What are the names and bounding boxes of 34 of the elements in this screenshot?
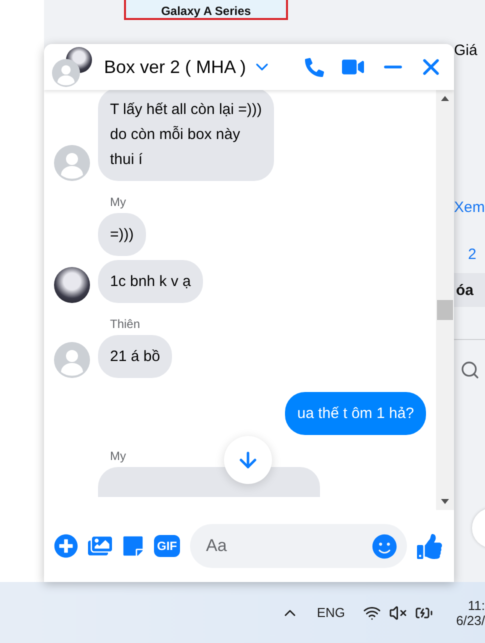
scroll-down-button[interactable]: [224, 436, 272, 484]
chat-title[interactable]: Box ver 2 ( MHA ): [104, 56, 246, 78]
link[interactable]: 2: [468, 246, 485, 263]
message-bubble: ua thế t ôm 1 hả?: [285, 392, 426, 435]
message-bubble: 1c bnh k v ạ: [98, 260, 203, 303]
sticker-icon[interactable]: [122, 535, 144, 557]
clock-date[interactable]: 6/23/: [456, 612, 485, 628]
scrollbar[interactable]: [436, 90, 454, 510]
smiley-icon[interactable]: [372, 534, 397, 558]
menu-item[interactable]: óa: [454, 273, 485, 307]
speaker-muted-icon[interactable]: [389, 604, 407, 622]
scroll-up-icon[interactable]: [440, 94, 450, 104]
message-bubble: =))): [98, 213, 146, 256]
message-field[interactable]: Aa: [190, 524, 407, 568]
clock-time[interactable]: 11:: [468, 598, 485, 612]
ad-banner[interactable]: Galaxy A Series: [124, 0, 288, 20]
message-bubble: T lấy hết all còn lại =))) do còn mỗi box này thui í: [98, 90, 274, 181]
sender-name: Thiên: [110, 317, 140, 331]
scrollbar-thumb[interactable]: [437, 300, 453, 320]
heading: Giá: [454, 42, 478, 59]
image-icon[interactable]: [88, 534, 112, 558]
phone-icon[interactable]: [305, 58, 324, 76]
scroll-down-icon[interactable]: [440, 496, 450, 506]
link[interactable]: Xem: [454, 199, 485, 216]
plus-icon[interactable]: [54, 534, 78, 558]
message-input[interactable]: Aa: [204, 535, 372, 557]
language-indicator[interactable]: ENG: [316, 605, 345, 620]
search-icon[interactable]: [460, 360, 480, 380]
gif-button[interactable]: GIF: [154, 535, 180, 557]
message-bubble: 21 á bồ: [98, 335, 172, 378]
sender-name: My: [110, 449, 126, 463]
default-avatar-icon: [52, 59, 80, 87]
sender-name: My: [110, 195, 126, 209]
thumbs-up-icon[interactable]: [417, 534, 442, 558]
